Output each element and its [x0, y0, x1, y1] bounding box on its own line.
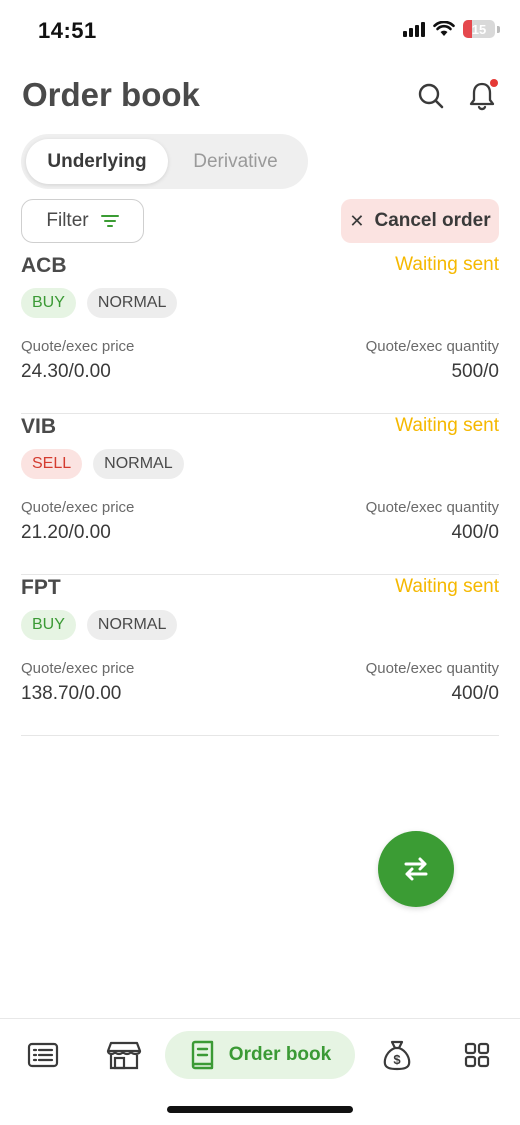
- order-symbol: FPT: [21, 576, 61, 599]
- status-bar: 14:51 15: [0, 0, 520, 60]
- side-badge: BUY: [21, 610, 76, 640]
- quantity-value: 400/0: [451, 522, 499, 543]
- nav-item-menu[interactable]: [459, 1037, 495, 1073]
- notifications-button[interactable]: [466, 79, 498, 112]
- quantity-label: Quote/exec quantity: [365, 660, 499, 677]
- order-item[interactable]: VIB Waiting sent SELL NORMAL Quote/exec …: [21, 415, 499, 575]
- nav-item-label: Order book: [228, 1044, 332, 1065]
- tab-derivative[interactable]: Derivative: [168, 139, 303, 184]
- cancel-order-label: Cancel order: [374, 210, 491, 231]
- battery-level: 15: [471, 21, 487, 37]
- order-status: Waiting sent: [395, 254, 499, 275]
- order-type-tabs: Underlying Derivative: [21, 134, 308, 189]
- nav-item-market[interactable]: [104, 1037, 144, 1073]
- quantity-label: Quote/exec quantity: [365, 499, 499, 516]
- store-icon: [106, 1041, 142, 1070]
- price-value: 24.30/0.00: [21, 361, 111, 382]
- price-label: Quote/exec price: [21, 660, 135, 677]
- order-symbol: ACB: [21, 254, 67, 277]
- nav-item-assets[interactable]: $: [379, 1037, 415, 1073]
- notification-badge: [490, 79, 498, 87]
- filter-label: Filter: [46, 210, 89, 231]
- order-item[interactable]: FPT Waiting sent BUY NORMAL Quote/exec p…: [21, 576, 499, 736]
- order-status: Waiting sent: [395, 576, 499, 597]
- order-item[interactable]: ACB Waiting sent BUY NORMAL Quote/exec p…: [21, 254, 499, 414]
- list-icon: [27, 1042, 59, 1068]
- filter-button[interactable]: Filter: [21, 199, 144, 243]
- order-type-badge: NORMAL: [86, 288, 178, 318]
- price-label: Quote/exec price: [21, 499, 135, 516]
- money-bag-icon: $: [383, 1040, 411, 1071]
- order-type-badge: NORMAL: [86, 610, 178, 640]
- wifi-icon: [433, 21, 455, 36]
- svg-text:$: $: [393, 1052, 401, 1067]
- quantity-value: 400/0: [451, 683, 499, 704]
- swap-fab-button[interactable]: [378, 831, 454, 907]
- quantity-value: 500/0: [451, 361, 499, 382]
- price-value: 21.20/0.00: [21, 522, 111, 543]
- page-title: Order book: [22, 76, 200, 113]
- side-badge: BUY: [21, 288, 76, 318]
- cellular-signal-icon: [403, 21, 425, 37]
- status-time: 14:51: [38, 18, 97, 43]
- side-badge: SELL: [21, 449, 83, 479]
- nav-item-order-book[interactable]: Order book: [165, 1031, 355, 1079]
- cancel-order-button[interactable]: ✕ Cancel order: [341, 199, 499, 243]
- filter-icon: [100, 215, 119, 227]
- battery-icon: 15: [463, 20, 495, 38]
- swap-arrows-icon: [404, 857, 428, 881]
- price-value: 138.70/0.00: [21, 683, 122, 704]
- grid-icon: [464, 1042, 490, 1068]
- close-icon: ✕: [349, 210, 365, 231]
- order-status: Waiting sent: [395, 415, 499, 436]
- tab-underlying[interactable]: Underlying: [26, 139, 168, 184]
- search-icon: [418, 83, 444, 109]
- nav-item-list[interactable]: [24, 1037, 62, 1073]
- status-icons: 15: [403, 20, 500, 38]
- order-symbol: VIB: [21, 415, 57, 438]
- search-button[interactable]: [415, 80, 447, 112]
- home-indicator[interactable]: [167, 1106, 353, 1113]
- quantity-label: Quote/exec quantity: [365, 338, 499, 355]
- book-icon: [191, 1040, 213, 1070]
- price-label: Quote/exec price: [21, 338, 135, 355]
- order-type-badge: NORMAL: [93, 449, 184, 479]
